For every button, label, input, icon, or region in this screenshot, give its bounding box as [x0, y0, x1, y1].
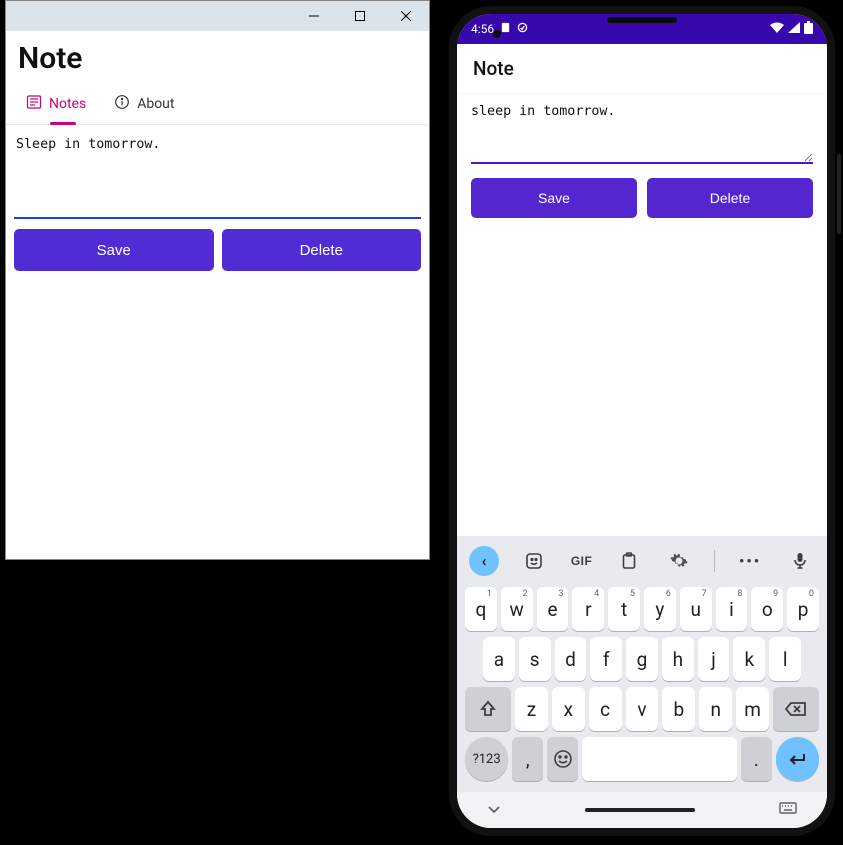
key-w[interactable]: w2: [501, 587, 533, 631]
key-g[interactable]: g: [626, 637, 658, 681]
key-e[interactable]: e3: [537, 587, 569, 631]
key-t[interactable]: t5: [608, 587, 640, 631]
maximize-button[interactable]: [337, 1, 383, 31]
key-p[interactable]: p0: [787, 587, 819, 631]
key-u[interactable]: u7: [680, 587, 712, 631]
more-icon[interactable]: •••: [735, 546, 765, 576]
key-j[interactable]: j: [698, 637, 730, 681]
key-i[interactable]: i8: [716, 587, 748, 631]
key-z[interactable]: z: [515, 687, 548, 731]
key-l[interactable]: l: [769, 637, 801, 681]
wifi-icon: [770, 22, 784, 36]
keyboard-row-1: q1w2e3r4t5y6u7i8o9p0: [461, 584, 823, 634]
keyboard-row-2: asdfghjkl: [461, 634, 823, 684]
keyboard-switch-icon[interactable]: [779, 802, 797, 818]
system-nav-bar: [457, 792, 827, 828]
keyboard-collapse-icon[interactable]: [487, 802, 501, 818]
button-row: Save Delete: [6, 223, 429, 277]
key-h[interactable]: h: [662, 637, 694, 681]
key-v[interactable]: v: [626, 687, 659, 731]
battery-icon: [804, 21, 813, 37]
minimize-button[interactable]: [291, 1, 337, 31]
clipboard-icon[interactable]: [614, 546, 644, 576]
save-button[interactable]: Save: [14, 229, 214, 271]
info-icon: [114, 94, 130, 114]
home-indicator[interactable]: [585, 808, 695, 812]
space-key[interactable]: [582, 737, 737, 781]
key-b[interactable]: b: [662, 687, 695, 731]
gear-icon[interactable]: [664, 546, 694, 576]
period-key[interactable]: .: [741, 737, 772, 781]
close-button[interactable]: [383, 1, 429, 31]
button-row: Save Delete: [457, 172, 827, 224]
phone-screen: 4:56 Note: [457, 14, 827, 828]
key-k[interactable]: k: [733, 637, 765, 681]
gif-button[interactable]: GIF: [569, 546, 595, 576]
mic-icon[interactable]: [785, 546, 815, 576]
enter-key[interactable]: [776, 737, 819, 781]
keyboard-toolbar: ‹ GIF •••: [461, 542, 823, 584]
key-a[interactable]: a: [483, 637, 515, 681]
phone-frame: 4:56 Note: [447, 4, 837, 838]
emoji-key[interactable]: [547, 737, 578, 781]
chevron-left-icon[interactable]: ‹: [469, 546, 499, 576]
delete-button[interactable]: Delete: [647, 178, 813, 218]
key-r[interactable]: r4: [572, 587, 604, 631]
key-d[interactable]: d: [555, 637, 587, 681]
notif-icon-2: [517, 22, 528, 36]
tab-bar: Notes About: [6, 82, 429, 125]
tab-label: About: [137, 96, 174, 112]
key-o[interactable]: o9: [751, 587, 783, 631]
delete-button[interactable]: Delete: [222, 229, 422, 271]
keyboard-row-3: zxcvbnm: [461, 684, 823, 734]
save-button[interactable]: Save: [471, 178, 637, 218]
page-title: Note: [473, 57, 514, 80]
tab-about[interactable]: About: [114, 94, 174, 124]
tab-notes[interactable]: Notes: [26, 94, 86, 124]
notif-icon: [500, 22, 511, 36]
key-c[interactable]: c: [589, 687, 622, 731]
symbols-key[interactable]: ?123: [465, 737, 508, 781]
sticker-icon[interactable]: [519, 546, 549, 576]
key-f[interactable]: f: [590, 637, 622, 681]
backspace-key[interactable]: [773, 687, 819, 731]
key-m[interactable]: m: [736, 687, 769, 731]
window-titlebar: [6, 1, 429, 31]
shift-key[interactable]: [465, 687, 511, 731]
app-header: Note: [6, 31, 429, 82]
key-n[interactable]: n: [699, 687, 732, 731]
app-header: Note: [457, 44, 827, 94]
tab-label: Notes: [49, 96, 86, 112]
soft-keyboard: ‹ GIF ••• q1w2e3r4t5y6u7i8o9p0 asdfghjk: [457, 536, 827, 792]
windows-app-window: Note Notes About Save Delete: [5, 0, 430, 560]
keyboard-row-4: ?123 , .: [461, 734, 823, 784]
comma-key[interactable]: ,: [512, 737, 543, 781]
note-editor[interactable]: [471, 104, 813, 164]
signal-icon: [788, 22, 800, 36]
status-time: 4:56: [471, 22, 494, 36]
key-y[interactable]: y6: [644, 587, 676, 631]
key-s[interactable]: s: [519, 637, 551, 681]
page-title: Note: [18, 41, 417, 76]
key-q[interactable]: q1: [465, 587, 497, 631]
notes-icon: [26, 94, 42, 114]
key-x[interactable]: x: [552, 687, 585, 731]
note-editor[interactable]: [14, 133, 421, 219]
